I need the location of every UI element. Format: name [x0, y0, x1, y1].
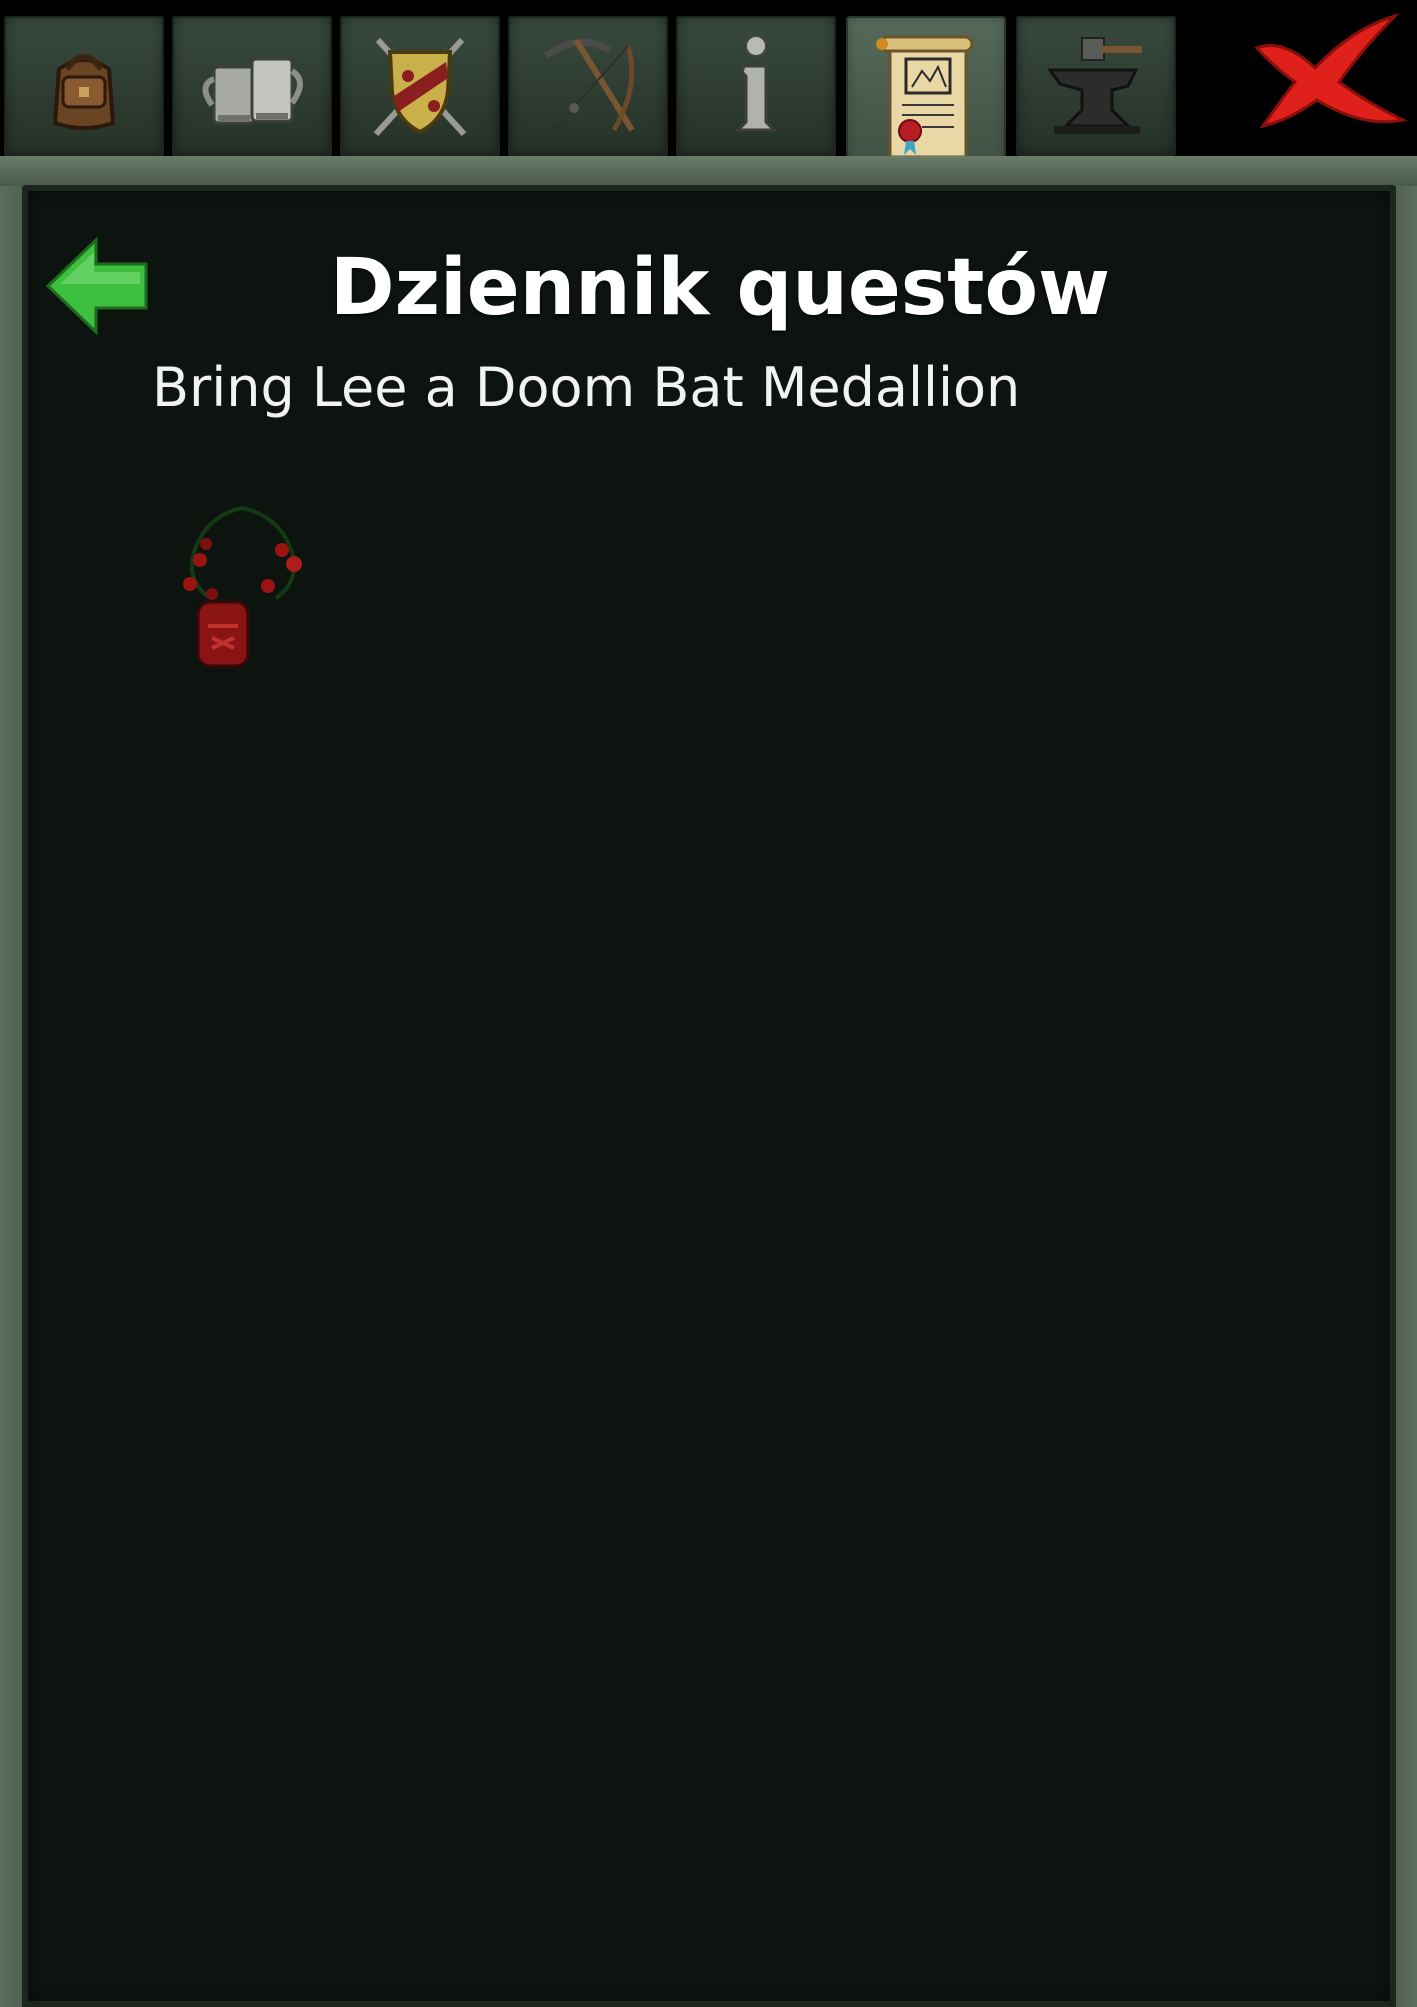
anvil-icon: [1036, 26, 1156, 146]
red-x-icon: [1243, 8, 1413, 142]
green-left-arrow-icon: [44, 236, 152, 342]
quest-entry[interactable]: Bring Lee a Doom Bat Medallion: [152, 353, 1302, 423]
back-button[interactable]: [44, 234, 152, 338]
tab-equipment[interactable]: [340, 16, 500, 156]
tab-inventory[interactable]: [4, 16, 164, 156]
doom-bat-medallion-icon: [176, 502, 310, 678]
tab-info[interactable]: [676, 16, 836, 156]
close-button[interactable]: [1238, 0, 1417, 150]
pickaxe-bow-icon: [528, 26, 648, 146]
backpack-icon: [29, 31, 139, 141]
tab-skills[interactable]: [508, 16, 668, 156]
quest-log-panel: [22, 185, 1396, 2007]
tankards-icon: [192, 31, 312, 141]
page-title: Dziennik questów: [329, 243, 1111, 333]
scroll-icon: [866, 31, 986, 171]
tab-bar: [0, 0, 1417, 186]
shield-swords-icon: [360, 26, 480, 146]
tab-crafting[interactable]: [1016, 16, 1176, 156]
info-icon: [716, 26, 796, 146]
tab-tavern[interactable]: [172, 16, 332, 156]
